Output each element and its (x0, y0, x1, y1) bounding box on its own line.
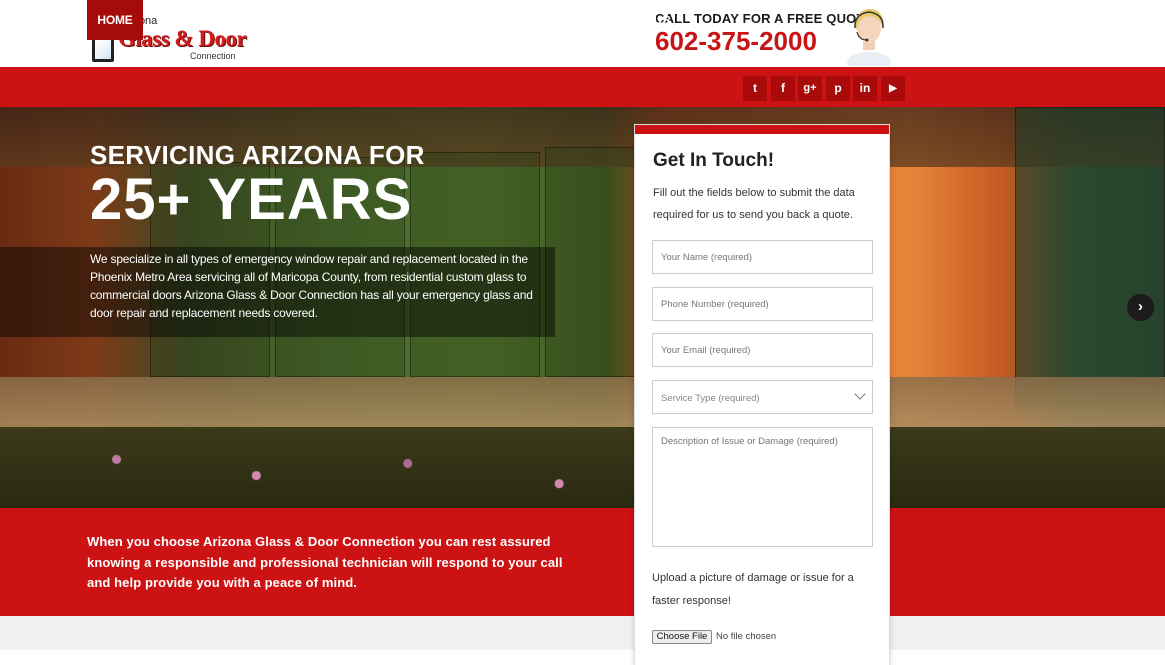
form-description: Fill out the fields below to submit the … (653, 187, 855, 221)
phone-field[interactable] (652, 287, 873, 321)
nav-services-label: SERVICES (230, 13, 289, 27)
nav-home[interactable]: HOME (87, 0, 143, 40)
nav-reviews[interactable]: REVIEWS (410, 0, 464, 40)
chevron-down-icon: ▾ (202, 16, 207, 25)
storefront-window (1015, 107, 1165, 407)
support-agent-icon (847, 8, 891, 66)
nav-locations-label: LOCATIONS (317, 13, 385, 27)
service-type-placeholder: Service Type (required) (661, 393, 760, 404)
nav-about[interactable]: ABOUT ▾ (157, 0, 207, 40)
nav-faq[interactable]: FAQ ▾ (482, 0, 514, 40)
nav-about-label: ABOUT (157, 13, 199, 27)
nav-contact-us-label: CONTACT US (594, 13, 670, 27)
name-field[interactable] (652, 240, 873, 274)
storefront-window (545, 147, 635, 377)
assurance-text: When you choose Arizona Glass & Door Con… (87, 534, 563, 590)
service-type-select[interactable]: Service Type (required) (652, 380, 873, 414)
nav-locations[interactable]: LOCATIONS ▾ (317, 0, 393, 40)
nav-reviews-label: REVIEWS (410, 13, 464, 27)
nav-home-label: HOME (97, 13, 133, 27)
description-textarea[interactable] (652, 427, 873, 547)
file-status-text: No file chosen (716, 631, 777, 642)
hero-flowerbed (0, 427, 1165, 508)
email-field[interactable] (652, 333, 873, 367)
facebook-icon[interactable]: f (771, 76, 795, 101)
content-area (0, 616, 1165, 650)
slider-next-button[interactable]: › (1127, 294, 1154, 321)
logo-suffix: Connection (190, 51, 236, 61)
choose-file-button[interactable]: Choose File (652, 630, 712, 644)
chevron-down-icon: ▾ (510, 16, 514, 25)
main-navigation (0, 67, 1165, 107)
nav-blog[interactable]: BLOG (541, 0, 575, 40)
nav-blog-label: BLOG (541, 13, 575, 27)
twitter-icon[interactable]: t (743, 76, 767, 101)
hero-heading-large: 25+ YEARS (90, 167, 413, 232)
nav-services[interactable]: SERVICES ▾ (230, 0, 297, 40)
chevron-down-icon: ▾ (292, 16, 297, 25)
phone-number-link[interactable]: 602-375-2000 (655, 26, 817, 57)
youtube-icon[interactable]: ▶ (881, 76, 905, 101)
upload-instructions: Upload a picture of damage or issue for … (652, 572, 854, 607)
chevron-down-icon (854, 388, 866, 400)
pinterest-icon[interactable]: p (826, 76, 850, 101)
chevron-down-icon: ▾ (388, 16, 393, 25)
hero-description: We specialize in all types of emergency … (90, 252, 533, 320)
nav-faq-label: FAQ (482, 13, 507, 27)
nav-contact-us[interactable]: CONTACT US (594, 0, 670, 40)
google-plus-icon[interactable]: g+ (798, 76, 822, 101)
form-title: Get In Touch! (653, 150, 775, 171)
linkedin-icon[interactable]: in (853, 76, 877, 101)
